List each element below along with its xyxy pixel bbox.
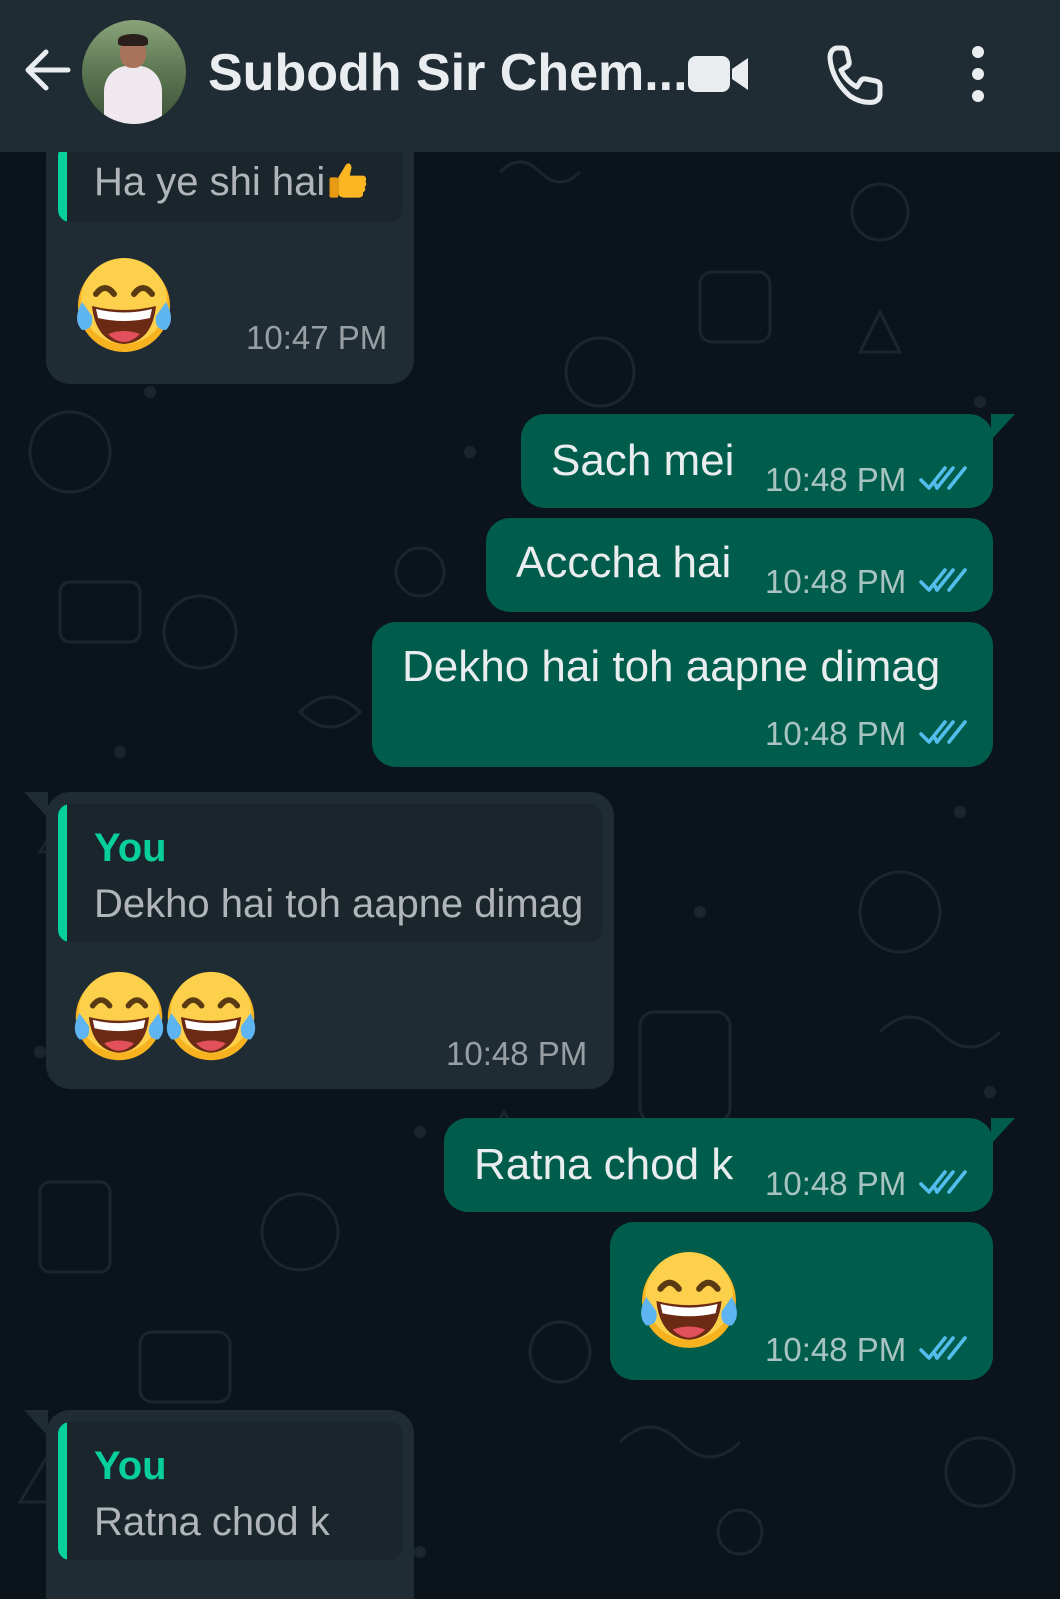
chat-area: Ha ye shi hai 10:47 PM Sach mei 10:48 PM…: [0, 152, 1060, 1599]
message-time: 10:47 PM: [246, 319, 388, 356]
voice-call-button[interactable]: [822, 40, 890, 108]
more-options-icon: [972, 46, 984, 102]
incoming-message[interactable]: Ha ye shi hai 10:47 PM: [46, 152, 414, 384]
reply-quote[interactable]: Ha ye shi hai: [58, 152, 402, 222]
message-time: 10:48 PM: [765, 715, 907, 752]
message-text: Ratna chod k: [474, 1140, 734, 1189]
outgoing-message[interactable]: Ratna chod k 10:48 PM: [444, 1118, 1015, 1212]
read-receipt-icon: [919, 1168, 969, 1198]
voice-call-icon: [827, 45, 883, 105]
face-with-tears-of-joy-emoji: [638, 1250, 740, 1352]
message-time: 10:48 PM: [765, 461, 907, 498]
back-arrow-icon: [25, 49, 71, 91]
reply-quote[interactable]: You Dekho hai toh aapne dimag: [58, 804, 602, 942]
incoming-message[interactable]: You Ratna chod k: [24, 1410, 414, 1599]
read-receipt-icon: [919, 566, 969, 596]
outgoing-message[interactable]: 10:48 PM: [610, 1222, 993, 1380]
read-receipt-icon: [919, 464, 969, 494]
outgoing-message[interactable]: Acccha hai 10:48 PM: [486, 518, 993, 612]
face-with-tears-of-joy-emoji: [74, 256, 174, 356]
message-text: Sach mei: [551, 436, 735, 485]
more-options-button[interactable]: [944, 40, 1012, 108]
contact-name[interactable]: Subodh Sir Chem...: [208, 38, 688, 108]
message-time: 10:48 PM: [446, 1035, 588, 1072]
read-receipt-icon: [919, 718, 969, 748]
video-call-button[interactable]: [684, 40, 752, 108]
video-call-icon: [688, 56, 748, 92]
reply-quote[interactable]: You Ratna chod k: [58, 1422, 402, 1560]
message-text: Dekho hai toh aapne dimag: [402, 642, 941, 691]
back-button[interactable]: [18, 40, 78, 100]
quote-text: Ratna chod k: [94, 1500, 330, 1544]
quote-text: Ha ye shi hai: [94, 160, 326, 204]
outgoing-message[interactable]: Sach mei 10:48 PM: [521, 414, 1015, 508]
avatar[interactable]: [82, 20, 186, 124]
message-time: 10:48 PM: [765, 1331, 907, 1368]
message-text: Acccha hai: [516, 538, 732, 587]
outgoing-message[interactable]: Dekho hai toh aapne dimag 10:48 PM: [372, 622, 993, 767]
quote-author: You: [94, 826, 167, 870]
message-time: 10:48 PM: [765, 1165, 907, 1202]
face-with-tears-of-joy-emoji: [164, 970, 258, 1064]
read-receipt-icon: [919, 1334, 969, 1364]
chat-header: Subodh Sir Chem...: [0, 0, 1060, 152]
incoming-message[interactable]: You Dekho hai toh aapne dimag 10:48 PM: [24, 792, 614, 1089]
quote-text: Dekho hai toh aapne dimag: [94, 882, 584, 926]
quote-author: You: [94, 1444, 167, 1488]
message-time: 10:48 PM: [765, 563, 907, 600]
face-with-tears-of-joy-emoji: [72, 970, 166, 1064]
thumbs-up-emoji: [326, 158, 370, 202]
